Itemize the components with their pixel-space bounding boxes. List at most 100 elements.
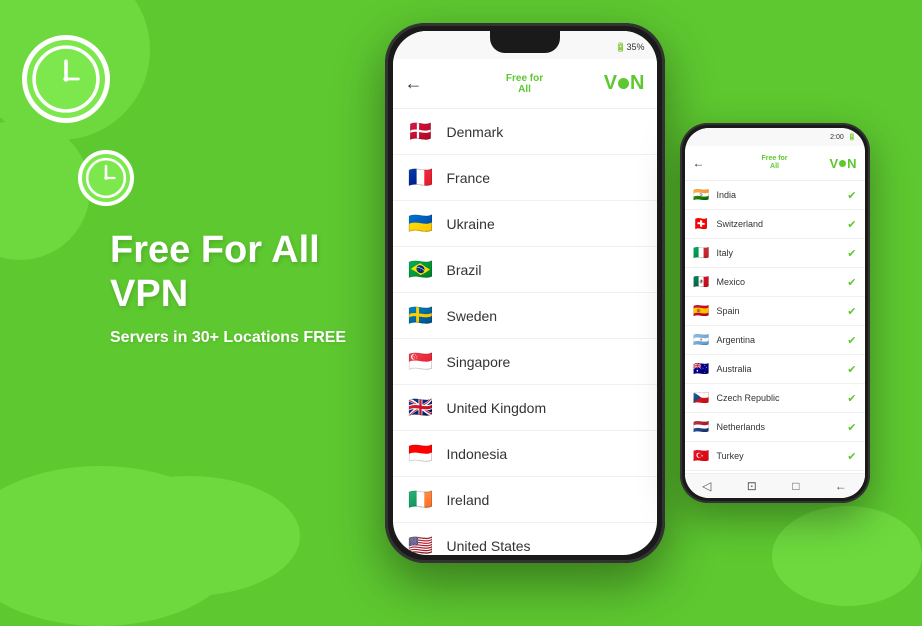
country-name: United States <box>447 538 531 554</box>
logo-text-line2: All <box>518 84 531 95</box>
country-flag: 🇸🇪 <box>407 303 435 328</box>
app-logo: Free for All <box>506 73 543 95</box>
nav-bar[interactable]: ◁ ⊡ □ ← <box>685 473 865 498</box>
country-item[interactable]: 🇬🇧 United Kingdom <box>393 385 657 431</box>
small-country-name: Turkey <box>717 451 744 461</box>
country-item[interactable]: 🇺🇦 Ukraine <box>393 201 657 247</box>
back-button[interactable]: ← <box>405 73 423 94</box>
check-icon: ✔ <box>847 450 856 463</box>
country-flag: 🇩🇰 <box>407 119 435 144</box>
hero-subtitle: Servers in 30+ Locations FREE <box>110 329 346 347</box>
check-icon: ✔ <box>847 421 856 434</box>
logo-text-line1: Free for <box>506 73 543 84</box>
main-app-header[interactable]: ← Free for All VN <box>393 59 657 109</box>
small-logo-line2: All <box>770 163 779 171</box>
small-country-flag: 🇮🇹 <box>693 245 711 261</box>
country-item[interactable]: 🇸🇪 Sweden <box>393 293 657 339</box>
country-name: Ireland <box>447 492 490 508</box>
small-app-header[interactable]: ← Free for All VN <box>685 146 865 181</box>
phone-notch <box>490 31 560 53</box>
small-country-item[interactable]: 🇦🇷 Argentina ✔ <box>685 326 865 355</box>
small-country-flag: 🇦🇷 <box>693 332 711 348</box>
small-country-name: Italy <box>717 248 734 258</box>
country-flag: 🇺🇸 <box>407 533 435 555</box>
small-country-item[interactable]: 🇮🇹 Italy ✔ <box>685 239 865 268</box>
small-country-flag: 🇪🇸 <box>693 303 711 319</box>
check-icon: ✔ <box>847 189 856 202</box>
country-flag: 🇧🇷 <box>407 257 435 282</box>
small-country-item[interactable]: 🇦🇺 Australia ✔ <box>685 355 865 384</box>
small-phone: 2:00 🔋 ← Free for All VN 🇮🇳 India ✔ 🇨🇭 <box>680 123 870 503</box>
check-icon: ✔ <box>847 392 856 405</box>
country-flag: 🇮🇩 <box>407 441 435 466</box>
small-country-flag: 🇹🇷 <box>693 448 711 464</box>
country-name: Indonesia <box>447 446 508 462</box>
small-country-flag: 🇨🇭 <box>693 216 711 232</box>
small-back-button[interactable]: ← <box>693 156 705 170</box>
small-country-name: Mexico <box>717 277 746 287</box>
small-app-logo: Free for All <box>761 155 787 170</box>
check-icon: ✔ <box>847 247 856 260</box>
country-name: Singapore <box>447 354 511 370</box>
main-phone-screen: 🔋35% ← Free for All VN 🇩🇰 Denmark 🇫🇷 Fra… <box>393 31 657 555</box>
small-country-name: Spain <box>717 306 740 316</box>
small-country-item[interactable]: 🇨🇿 Czech Republic ✔ <box>685 384 865 413</box>
nav-icon[interactable]: ⊡ <box>747 479 757 493</box>
check-icon: ✔ <box>847 218 856 231</box>
small-phone-screen: 2:00 🔋 ← Free for All VN 🇮🇳 India ✔ 🇨🇭 <box>685 128 865 498</box>
country-item[interactable]: 🇧🇷 Brazil <box>393 247 657 293</box>
small-country-item[interactable]: 🇮🇳 India ✔ <box>685 181 865 210</box>
country-name: Sweden <box>447 308 498 324</box>
small-country-flag: 🇮🇳 <box>693 187 711 203</box>
vpn-logo: VN <box>604 72 645 95</box>
country-flag: 🇺🇦 <box>407 211 435 236</box>
country-item[interactable]: 🇮🇩 Indonesia <box>393 431 657 477</box>
small-country-name: Czech Republic <box>717 393 780 403</box>
hero-text-block: Free For All VPN Servers in 30+ Location… <box>50 229 346 346</box>
check-icon: ✔ <box>847 363 856 376</box>
nav-icon[interactable]: ← <box>835 479 847 493</box>
small-country-name: Switzerland <box>717 219 764 229</box>
main-phone: 🔋35% ← Free for All VN 🇩🇰 Denmark 🇫🇷 Fra… <box>385 23 665 563</box>
battery-icon: 🔋35% <box>615 42 644 53</box>
check-icon: ✔ <box>847 276 856 289</box>
small-time: 2:00 <box>830 134 844 141</box>
hero-title: Free For All VPN <box>110 229 346 316</box>
small-vpn-logo: VN <box>829 156 856 171</box>
country-flag: 🇬🇧 <box>407 395 435 420</box>
country-flag: 🇮🇪 <box>407 487 435 512</box>
small-country-item[interactable]: 🇳🇱 Netherlands ✔ <box>685 413 865 442</box>
small-logo-line1: Free for <box>761 155 787 163</box>
country-item[interactable]: 🇸🇬 Singapore <box>393 339 657 385</box>
country-item[interactable]: 🇩🇰 Denmark <box>393 109 657 155</box>
small-country-list: 🇮🇳 India ✔ 🇨🇭 Switzerland ✔ 🇮🇹 Italy ✔ 🇲… <box>685 181 865 473</box>
check-icon: ✔ <box>847 334 856 347</box>
small-country-name: Australia <box>717 364 752 374</box>
country-flag: 🇸🇬 <box>407 349 435 374</box>
small-country-item[interactable]: 🇲🇽 Mexico ✔ <box>685 268 865 297</box>
small-battery: 🔋 <box>848 133 857 141</box>
country-item[interactable]: 🇫🇷 France <box>393 155 657 201</box>
country-name: United Kingdom <box>447 400 547 416</box>
country-item[interactable]: 🇺🇸 United States <box>393 523 657 555</box>
main-country-list: 🇩🇰 Denmark 🇫🇷 France 🇺🇦 Ukraine 🇧🇷 Brazi… <box>393 109 657 555</box>
nav-icon[interactable]: ◁ <box>702 479 711 493</box>
country-flag: 🇫🇷 <box>407 165 435 190</box>
nav-icon[interactable]: □ <box>792 479 799 493</box>
country-name: France <box>447 170 491 186</box>
small-country-flag: 🇨🇿 <box>693 390 711 406</box>
country-item[interactable]: 🇮🇪 Ireland <box>393 477 657 523</box>
small-country-name: Argentina <box>717 335 756 345</box>
small-country-flag: 🇦🇺 <box>693 361 711 377</box>
small-country-item[interactable]: 🇨🇭 Switzerland ✔ <box>685 210 865 239</box>
small-country-name: India <box>717 190 737 200</box>
country-name: Brazil <box>447 262 482 278</box>
small-country-flag: 🇳🇱 <box>693 419 711 435</box>
small-country-item[interactable]: 🇪🇸 Spain ✔ <box>685 297 865 326</box>
small-country-name: Netherlands <box>717 422 766 432</box>
small-country-item[interactable]: 🇹🇷 Turkey ✔ <box>685 442 865 471</box>
country-name: Ukraine <box>447 216 495 232</box>
country-name: Denmark <box>447 124 504 140</box>
phones-section: 🔋35% ← Free for All VN 🇩🇰 Denmark 🇫🇷 Fra… <box>342 0 912 576</box>
small-status-bar: 2:00 🔋 <box>685 128 865 146</box>
